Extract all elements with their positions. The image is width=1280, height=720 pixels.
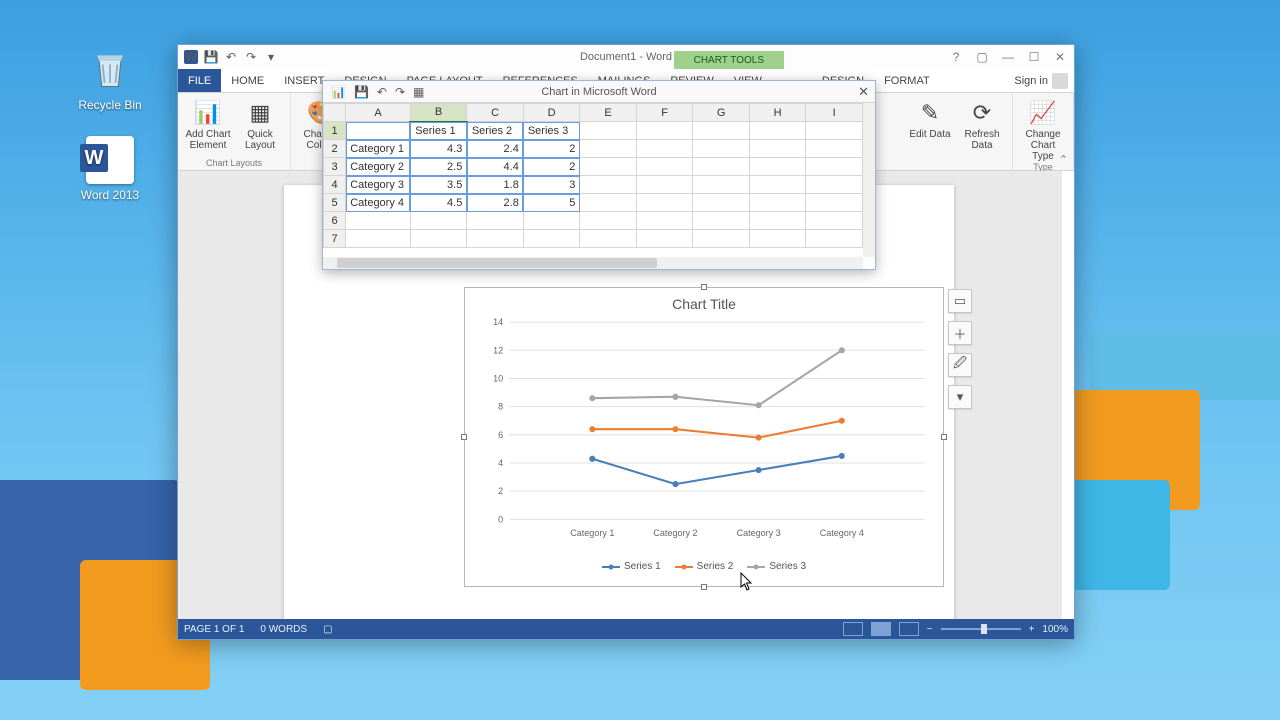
chart-title[interactable]: Chart Title — [465, 288, 943, 312]
desktop-icon-label: Word 2013 — [70, 188, 150, 202]
tab-file[interactable]: FILE — [178, 69, 221, 92]
legend-swatch-icon — [675, 566, 693, 568]
legend-swatch-icon — [747, 566, 765, 568]
desktop-icon-label: Recycle Bin — [70, 98, 150, 112]
desktop-icon-word2013[interactable]: Word 2013 — [70, 136, 150, 202]
change-chart-type-button[interactable]: 📈 Change Chart Type — [1019, 95, 1067, 162]
status-page[interactable]: PAGE 1 OF 1 — [184, 624, 244, 635]
proofing-icon[interactable]: ▢ — [323, 624, 332, 635]
sign-in-label: Sign in — [1014, 75, 1048, 87]
view-web-layout-button[interactable] — [899, 622, 919, 636]
svg-text:Category 4: Category 4 — [820, 528, 864, 538]
add-chart-element-button[interactable]: 📊 Add Chart Element — [184, 95, 232, 151]
quick-layout-icon: ▦ — [245, 99, 275, 127]
group-label: Chart Layouts — [184, 158, 284, 170]
mini-sheet-title-bar: 📊 💾 ↶ ↷ ▦ Chart in Microsoft Word ✕ — [323, 81, 875, 103]
chart-legend[interactable]: Series 1 Series 2 Series 3 — [465, 561, 943, 572]
zoom-level[interactable]: 100% — [1042, 624, 1068, 635]
mini-sheet-hscroll[interactable] — [323, 257, 863, 269]
zoom-in-button[interactable]: + — [1029, 624, 1035, 635]
zoom-out-button[interactable]: − — [927, 624, 933, 635]
ribbon-options-icon[interactable]: ▢ — [972, 50, 992, 64]
group-label — [906, 158, 1006, 170]
svg-text:4: 4 — [498, 458, 503, 468]
mini-sheet-title: Chart in Microsoft Word — [541, 86, 656, 98]
undo-icon[interactable]: ↶ — [224, 50, 238, 64]
mini-sheet-grid[interactable]: ABCDEFGHI1Series 1Series 2Series 32Categ… — [323, 103, 863, 257]
mini-open-excel-icon[interactable]: ▦ — [413, 85, 424, 99]
chart-styles-button[interactable]: 🖉 — [948, 353, 972, 377]
close-icon[interactable]: ✕ — [1050, 50, 1070, 64]
chart-tools-indicator: CHART TOOLS — [674, 51, 784, 69]
svg-text:10: 10 — [493, 373, 503, 383]
chart-elements-button[interactable]: ＋ — [948, 321, 972, 345]
minimize-icon[interactable]: — — [998, 50, 1018, 64]
add-chart-element-icon: 📊 — [193, 99, 223, 127]
tab-home[interactable]: HOME — [221, 69, 274, 92]
recycle-bin-icon — [86, 46, 134, 94]
svg-text:Category 3: Category 3 — [737, 528, 781, 538]
avatar-icon — [1052, 73, 1068, 89]
svg-text:0: 0 — [498, 514, 503, 524]
zoom-slider[interactable] — [941, 628, 1021, 630]
refresh-data-icon: ⟳ — [967, 99, 997, 127]
legend-label: Series 3 — [769, 561, 806, 572]
resize-handle[interactable] — [941, 434, 947, 440]
word-app-icon — [86, 136, 134, 184]
resize-handle[interactable] — [701, 584, 707, 590]
svg-text:6: 6 — [498, 430, 503, 440]
svg-text:12: 12 — [493, 345, 503, 355]
sign-in[interactable]: Sign in — [1014, 73, 1074, 89]
mini-undo-icon[interactable]: ↶ — [377, 85, 387, 99]
save-icon[interactable]: 💾 — [204, 50, 218, 64]
svg-text:8: 8 — [498, 402, 503, 412]
mini-sheet-vscroll[interactable] — [863, 103, 875, 257]
tab-chart-format[interactable]: FORMAT — [874, 69, 940, 92]
desktop-icon-recycle-bin[interactable]: Recycle Bin — [70, 46, 150, 112]
word-icon: W — [184, 50, 198, 64]
quick-layout-button[interactable]: ▦ Quick Layout — [236, 95, 284, 151]
mini-sheet-close-button[interactable]: ✕ — [858, 84, 869, 100]
legend-label: Series 2 — [697, 561, 734, 572]
status-bar: PAGE 1 OF 1 0 WORDS ▢ − + 100% — [178, 619, 1074, 639]
status-words[interactable]: 0 WORDS — [260, 624, 307, 635]
view-print-layout-button[interactable] — [871, 622, 891, 636]
resize-handle[interactable] — [461, 434, 467, 440]
change-chart-type-icon: 📈 — [1028, 99, 1058, 127]
button-label: Refresh Data — [958, 129, 1006, 151]
mini-save-icon[interactable]: 💾 — [354, 85, 369, 99]
button-label: Edit Data — [909, 129, 950, 140]
svg-text:2: 2 — [498, 486, 503, 496]
collapse-ribbon-icon[interactable]: ⌃ — [1059, 153, 1068, 166]
chart-object[interactable]: Chart Title 0 2 4 6 8 10 12 14 Category 1 Categor… — [464, 287, 944, 587]
chart-filters-button[interactable]: ▾ — [948, 385, 972, 409]
refresh-data-button[interactable]: ⟳ Refresh Data — [958, 95, 1006, 151]
legend-swatch-icon — [602, 566, 620, 568]
chart-plot[interactable]: 0 2 4 6 8 10 12 14 Category 1 Category 2 Category … — [473, 318, 935, 544]
redo-icon[interactable]: ↷ — [244, 50, 258, 64]
svg-text:Category 2: Category 2 — [653, 528, 697, 538]
legend-label: Series 1 — [624, 561, 661, 572]
mini-chart-icon: 📊 — [331, 85, 346, 99]
svg-text:Category 1: Category 1 — [570, 528, 614, 538]
button-label: Quick Layout — [236, 129, 284, 151]
resize-handle[interactable] — [701, 284, 707, 290]
chart-layout-options-button[interactable]: ▭ — [948, 289, 972, 313]
qat-customize-icon[interactable]: ▾ — [264, 50, 278, 64]
chart-data-sheet-window: 📊 💾 ↶ ↷ ▦ Chart in Microsoft Word ✕ ABCD… — [322, 80, 876, 270]
edit-data-icon: ✎ — [915, 99, 945, 127]
mini-redo-icon[interactable]: ↷ — [395, 85, 405, 99]
title-bar: W 💾 ↶ ↷ ▾ Document1 - Word CHART TOOLS ?… — [178, 45, 1074, 69]
view-read-mode-button[interactable] — [843, 622, 863, 636]
window-title: Document1 - Word — [580, 51, 672, 63]
button-label: Add Chart Element — [184, 129, 232, 151]
svg-text:14: 14 — [493, 318, 503, 327]
edit-data-button[interactable]: ✎ Edit Data — [906, 95, 954, 140]
maximize-icon[interactable]: ☐ — [1024, 50, 1044, 64]
help-icon[interactable]: ? — [946, 50, 966, 64]
